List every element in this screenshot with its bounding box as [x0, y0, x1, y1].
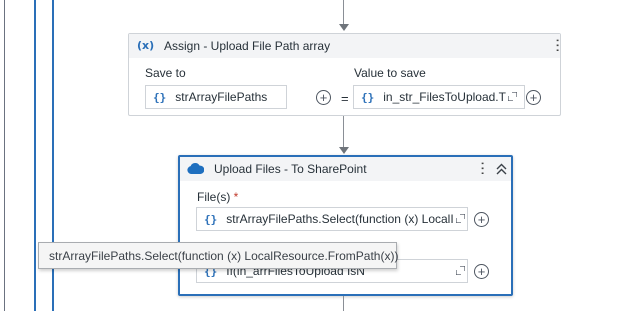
sequence-boundary-line	[4, 0, 5, 311]
upload-files-title: Upload Files - To SharePoint	[214, 162, 367, 176]
collapse-chevron-icon[interactable]	[496, 163, 507, 175]
scope-boundary-line	[34, 0, 36, 311]
save-to-field[interactable]: {} strArrayFilePaths	[145, 85, 287, 109]
assign-activity-header[interactable]: (x) Assign - Upload File Path array ⋯	[129, 34, 566, 58]
add-plus-icon[interactable]: +	[316, 90, 331, 105]
value-to-save-field[interactable]: {} in_str_FilesToUpload.T	[353, 85, 525, 109]
files-field[interactable]: {} strArrayFilePaths.Select(function (x)…	[196, 207, 468, 231]
files-label-text: File(s)	[197, 190, 231, 204]
connector-arrow-icon	[339, 147, 349, 154]
value-to-save-value: in_str_FilesToUpload.T	[383, 90, 506, 104]
expression-icon: {}	[153, 90, 167, 104]
connector-line-middle	[343, 116, 344, 149]
value-to-save-label: Value to save	[354, 66, 426, 80]
add-plus-icon[interactable]: +	[474, 264, 489, 279]
save-to-label: Save to	[145, 66, 186, 80]
tooltip-text: strArrayFilePaths.Select(function (x) Lo…	[49, 248, 399, 263]
equals-sign: =	[341, 91, 349, 106]
expression-icon: {}	[361, 90, 375, 104]
connector-line-top	[343, 0, 344, 25]
required-marker: *	[233, 190, 239, 204]
add-plus-icon[interactable]: +	[526, 90, 541, 105]
assign-activity-card[interactable]: (x) Assign - Upload File Path array ⋯ Sa…	[128, 33, 566, 116]
add-plus-icon[interactable]: +	[474, 212, 489, 227]
upload-files-activity-header[interactable]: Upload Files - To SharePoint ⋯	[180, 157, 511, 181]
save-to-value: strArrayFilePaths	[175, 90, 268, 104]
connector-arrow-icon	[339, 24, 349, 31]
more-vertical-icon[interactable]: ⋯	[474, 161, 491, 175]
connector-line-bottom	[343, 296, 344, 311]
expand-editor-icon[interactable]	[456, 266, 465, 275]
expand-editor-icon[interactable]	[508, 92, 517, 101]
upload-files-activity-card[interactable]: Upload Files - To SharePoint ⋯ File(s) *…	[178, 155, 513, 296]
files-label: File(s) *	[197, 190, 238, 204]
more-vertical-icon[interactable]: ⋯	[549, 38, 566, 52]
expression-tooltip: strArrayFilePaths.Select(function (x) Lo…	[38, 242, 399, 269]
assign-icon: (x)	[137, 39, 155, 52]
files-value: strArrayFilePaths.Select(function (x) Lo…	[226, 212, 454, 226]
assign-activity-title: Assign - Upload File Path array	[164, 39, 331, 53]
expression-icon: {}	[204, 212, 218, 226]
expand-editor-icon[interactable]	[456, 214, 465, 223]
cloud-icon	[187, 163, 204, 174]
